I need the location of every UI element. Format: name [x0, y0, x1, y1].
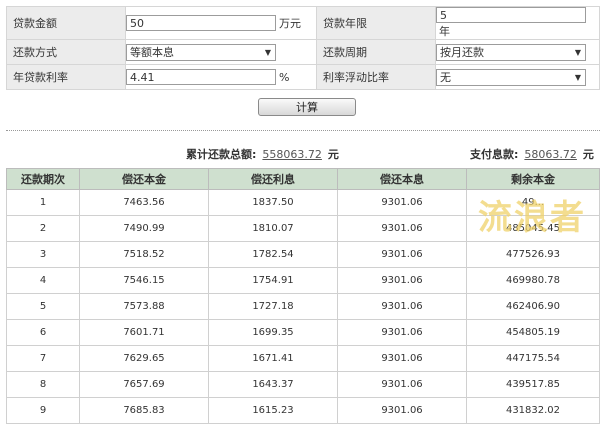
- rate-float-label: 利率浮动比率: [316, 64, 436, 90]
- col-interest-header: 偿还利息: [208, 168, 338, 190]
- table-row: 8 7657.69 1643.37 9301.06 439517.85: [6, 371, 600, 398]
- principal-cell: 7657.69: [79, 371, 209, 398]
- repayment-method-value: 等额本息: [130, 45, 174, 59]
- remaining-cell: 447175.54: [466, 345, 600, 372]
- repayment-cycle-select[interactable]: 按月还款 ▼: [436, 43, 586, 61]
- remaining-cell: 431832.02: [466, 397, 600, 424]
- interest-cell: 1754.91: [208, 267, 338, 294]
- total-repayment-label: 累计还款总额:: [186, 148, 257, 161]
- total-cell: 9301.06: [337, 241, 467, 268]
- rate-float-value: 无: [440, 70, 451, 84]
- total-repayment-summary: 累计还款总额: 558063.72 元: [186, 146, 339, 162]
- loan-term-unit: 年: [439, 25, 450, 38]
- loan-amount-unit: 万元: [279, 17, 301, 30]
- watermark-logo: 流浪者: [478, 198, 586, 238]
- interest-cell: 1643.37: [208, 371, 338, 398]
- period-cell: 4: [6, 267, 80, 294]
- chevron-down-icon: ▼: [574, 72, 581, 82]
- total-cell: 9301.06: [337, 319, 467, 346]
- period-cell: 6: [6, 319, 80, 346]
- table-row: 3 7518.52 1782.54 9301.06 477526.93: [6, 241, 600, 268]
- annual-rate-input[interactable]: 4.41: [126, 69, 276, 85]
- repayment-method-label: 还款方式: [6, 39, 126, 65]
- rate-float-select[interactable]: 无 ▼: [436, 68, 586, 86]
- loan-term-label: 贷款年限: [316, 6, 436, 40]
- principal-cell: 7546.15: [79, 267, 209, 294]
- interest-cell: 1837.50: [208, 189, 338, 216]
- remaining-cell: 454805.19: [466, 319, 600, 346]
- principal-cell: 7573.88: [79, 293, 209, 320]
- total-cell: 9301.06: [337, 267, 467, 294]
- remaining-cell: 477526.93: [466, 241, 600, 268]
- interest-summary: 支付息款: 58063.72 元: [470, 146, 594, 162]
- interest-cell: 1615.23: [208, 397, 338, 424]
- period-cell: 3: [6, 241, 80, 268]
- loan-term-input[interactable]: 5: [436, 7, 586, 23]
- period-cell: 7: [6, 345, 80, 372]
- interest-cell: 1782.54: [208, 241, 338, 268]
- remaining-cell: 439517.85: [466, 371, 600, 398]
- total-repayment-unit: 元: [327, 148, 339, 161]
- interest-value: 58063.72: [524, 148, 577, 161]
- total-cell: 9301.06: [337, 293, 467, 320]
- chevron-down-icon: ▼: [264, 47, 271, 57]
- period-cell: 5: [6, 293, 80, 320]
- principal-cell: 7685.83: [79, 397, 209, 424]
- total-cell: 9301.06: [337, 215, 467, 242]
- loan-form: 贷款金额 50 万元 贷款年限 5年 还款方式 等额本息 ▼ 还款周期 按月还款 ▼ …: [6, 6, 600, 90]
- table-row: 6 7601.71 1699.35 9301.06 454805.19: [6, 319, 600, 346]
- table-row: 4 7546.15 1754.91 9301.06 469980.78: [6, 267, 600, 294]
- interest-cell: 1727.18: [208, 293, 338, 320]
- remaining-cell: 469980.78: [466, 267, 600, 294]
- period-cell: 8: [6, 371, 80, 398]
- total-cell: 9301.06: [337, 345, 467, 372]
- interest-cell: 1810.07: [208, 215, 338, 242]
- table-header-row: 还款期次 偿还本金 偿还利息 偿还本息 剩余本金: [6, 168, 600, 190]
- chevron-down-icon: ▼: [574, 47, 581, 57]
- interest-cell: 1671.41: [208, 345, 338, 372]
- calculate-button[interactable]: 计算: [258, 98, 356, 116]
- total-repayment-value: 558063.72: [262, 148, 322, 161]
- principal-cell: 7601.71: [79, 319, 209, 346]
- loan-amount-input[interactable]: 50: [126, 15, 276, 31]
- principal-cell: 7490.99: [79, 215, 209, 242]
- interest-cell: 1699.35: [208, 319, 338, 346]
- repayment-method-select[interactable]: 等额本息 ▼: [126, 43, 276, 61]
- annual-rate-unit: %: [279, 70, 290, 84]
- col-total-header: 偿还本息: [337, 168, 467, 190]
- principal-cell: 7463.56: [79, 189, 209, 216]
- loan-amount-label: 贷款金额: [6, 6, 126, 40]
- repayment-cycle-label: 还款周期: [316, 39, 436, 65]
- principal-cell: 7629.65: [79, 345, 209, 372]
- table-row: 7 7629.65 1671.41 9301.06 447175.54: [6, 345, 600, 372]
- total-cell: 9301.06: [337, 371, 467, 398]
- period-cell: 9: [6, 397, 80, 424]
- divider: [6, 130, 600, 131]
- repayment-cycle-value: 按月还款: [440, 45, 484, 59]
- annual-rate-label: 年贷款利率: [6, 64, 126, 90]
- total-cell: 9301.06: [337, 189, 467, 216]
- remaining-cell: 462406.90: [466, 293, 600, 320]
- table-row: 5 7573.88 1727.18 9301.06 462406.90: [6, 293, 600, 320]
- col-period-header: 还款期次: [6, 168, 80, 190]
- period-cell: 2: [6, 215, 80, 242]
- period-cell: 1: [6, 189, 80, 216]
- col-principal-header: 偿还本金: [79, 168, 209, 190]
- principal-cell: 7518.52: [79, 241, 209, 268]
- total-cell: 9301.06: [337, 397, 467, 424]
- table-row: 9 7685.83 1615.23 9301.06 431832.02: [6, 397, 600, 424]
- col-remaining-header: 剩余本金: [466, 168, 600, 190]
- interest-label: 支付息款:: [470, 148, 519, 161]
- interest-unit: 元: [582, 148, 594, 161]
